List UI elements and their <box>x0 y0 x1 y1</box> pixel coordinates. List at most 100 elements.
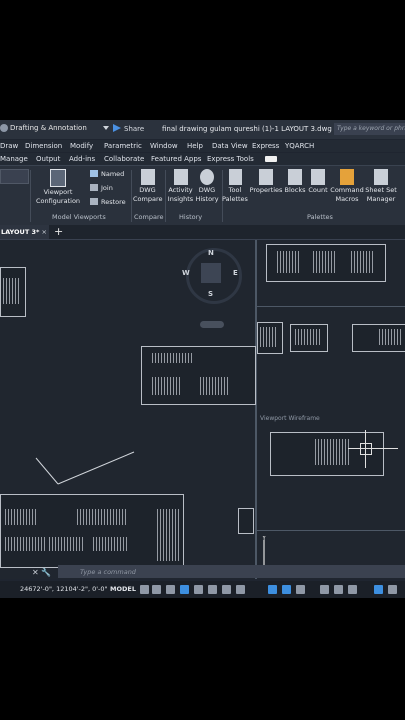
dwg-history-button[interactable]: DWG History <box>194 169 220 204</box>
gear-icon <box>0 124 8 132</box>
drawing-sheet <box>141 346 256 405</box>
drawing-tabs: LAYOUT 3* × + <box>0 225 405 240</box>
sheet-set-manager-button[interactable]: Sheet Set Manager <box>365 169 397 204</box>
compass-s: S <box>208 290 214 298</box>
menu-help[interactable]: Help <box>187 142 203 150</box>
menu-bar: Draw Dimension Modify Parametric Window … <box>0 140 405 152</box>
tool-palettes-label: Tool Palettes <box>222 186 248 203</box>
infer-icon[interactable] <box>166 585 175 594</box>
ribbon-tabs: Manage Output Add-ins Collaborate Featur… <box>0 153 405 165</box>
polar-icon[interactable] <box>194 585 203 594</box>
otrack-icon[interactable] <box>236 585 245 594</box>
dwg-compare-button[interactable]: DWG Compare <box>133 169 163 204</box>
menu-yqarch[interactable]: YQARCH <box>285 142 314 150</box>
drawing-sheet <box>257 322 283 354</box>
properties-icon <box>259 169 273 185</box>
sheet-content <box>77 509 127 525</box>
command-macros-icon <box>340 169 354 185</box>
workspace-label: Drafting & Annotation <box>10 124 87 132</box>
model-viewports-panel-title: Model Viewports <box>52 213 106 221</box>
workspace-switcher[interactable]: Drafting & Annotation <box>0 124 109 132</box>
command-line-icons[interactable]: ✕ 🔧 <box>32 568 51 577</box>
command-macros-button[interactable]: Command Macros <box>330 169 364 204</box>
blocks-icon <box>288 169 302 185</box>
divider <box>30 170 31 222</box>
tab-add-ins[interactable]: Add-ins <box>69 155 95 163</box>
cursor-pickbox <box>360 443 372 455</box>
tab-express-tools[interactable]: Express Tools <box>207 155 254 163</box>
model-space-toggle[interactable]: MODEL <box>110 585 136 593</box>
tab-label: LAYOUT 3* <box>1 228 40 236</box>
drawing-sheet <box>352 324 405 352</box>
layer-dropdown[interactable] <box>0 169 29 184</box>
autoscale-icon[interactable] <box>334 585 343 594</box>
tab-layout-3[interactable]: LAYOUT 3* × <box>0 225 49 239</box>
restore-label: Restore <box>101 198 126 206</box>
command-input[interactable]: Type a command <box>80 568 136 576</box>
properties-button[interactable]: Properties <box>249 169 283 195</box>
cursor-crosshair <box>348 448 398 449</box>
named-button[interactable]: Named <box>90 170 124 179</box>
transparency-icon[interactable] <box>282 585 291 594</box>
tool-palettes-button[interactable]: Tool Palettes <box>221 169 249 204</box>
lineweight-icon[interactable] <box>268 585 277 594</box>
close-icon[interactable]: × <box>41 228 46 236</box>
leader-lines <box>35 451 135 485</box>
menu-window[interactable]: Window <box>150 142 178 150</box>
annotation-scale-icon[interactable] <box>348 585 357 594</box>
restore-button[interactable]: Restore <box>90 198 126 207</box>
drawing-canvas[interactable]: N E S W Y <box>0 240 405 579</box>
grid-icon[interactable] <box>140 585 149 594</box>
customization-icon[interactable] <box>388 585 397 594</box>
selection-cycling-icon[interactable] <box>296 585 305 594</box>
snap-icon[interactable] <box>152 585 161 594</box>
workspace-icon[interactable] <box>374 585 383 594</box>
viewcube[interactable] <box>201 263 221 283</box>
sheet-set-icon <box>374 169 388 185</box>
osnap-icon[interactable] <box>222 585 231 594</box>
chevron-down-icon <box>102 126 109 130</box>
compare-panel-title: Compare <box>134 213 164 221</box>
menu-data-view[interactable]: Data View <box>212 142 248 150</box>
annotation-visibility-icon[interactable] <box>320 585 329 594</box>
drawing-sheet <box>0 494 184 568</box>
tab-featured-apps[interactable]: Featured Apps <box>151 155 201 163</box>
menu-express[interactable]: Express <box>252 142 279 150</box>
join-icon <box>90 184 98 191</box>
sheet-content <box>93 537 129 551</box>
restore-icon <box>90 198 98 205</box>
viewport-config-button[interactable]: Viewport Configuration <box>35 169 81 206</box>
blocks-button[interactable]: Blocks <box>284 169 306 195</box>
search-input[interactable]: Type a keyword or phrase <box>334 123 405 135</box>
activity-insights-button[interactable]: Activity Insights <box>167 169 194 204</box>
ortho-icon[interactable] <box>180 585 189 594</box>
isodraft-icon[interactable] <box>208 585 217 594</box>
wcs-menu[interactable] <box>200 321 224 328</box>
blocks-label: Blocks <box>284 186 306 194</box>
sheet-content <box>200 377 230 395</box>
new-tab-button[interactable]: + <box>54 225 63 238</box>
ribbon-toggle[interactable] <box>265 156 277 162</box>
sheet-content <box>49 537 85 551</box>
menu-modify[interactable]: Modify <box>70 142 93 150</box>
sheet-content <box>315 439 351 465</box>
named-label: Named <box>101 170 125 178</box>
compass-n: N <box>208 249 214 257</box>
ribbon: Viewport Configuration Named Join Restor… <box>0 165 405 226</box>
count-button[interactable]: Count <box>307 169 329 195</box>
tab-collaborate[interactable]: Collaborate <box>104 155 144 163</box>
tab-output[interactable]: Output <box>36 155 60 163</box>
sheet-content <box>5 509 37 525</box>
menu-dimension[interactable]: Dimension <box>25 142 62 150</box>
share-button[interactable]: Share <box>113 124 144 133</box>
palettes-panel-title: Palettes <box>307 213 333 221</box>
menu-parametric[interactable]: Parametric <box>104 142 142 150</box>
join-button[interactable]: Join <box>90 184 113 193</box>
history-clock-icon <box>200 169 214 185</box>
tool-palettes-icon <box>228 169 242 185</box>
activity-insights-label: Activity Insights <box>167 186 194 203</box>
named-icon <box>90 170 98 177</box>
menu-draw[interactable]: Draw <box>0 142 18 150</box>
count-label: Count <box>308 186 328 194</box>
tab-manage[interactable]: Manage <box>0 155 28 163</box>
